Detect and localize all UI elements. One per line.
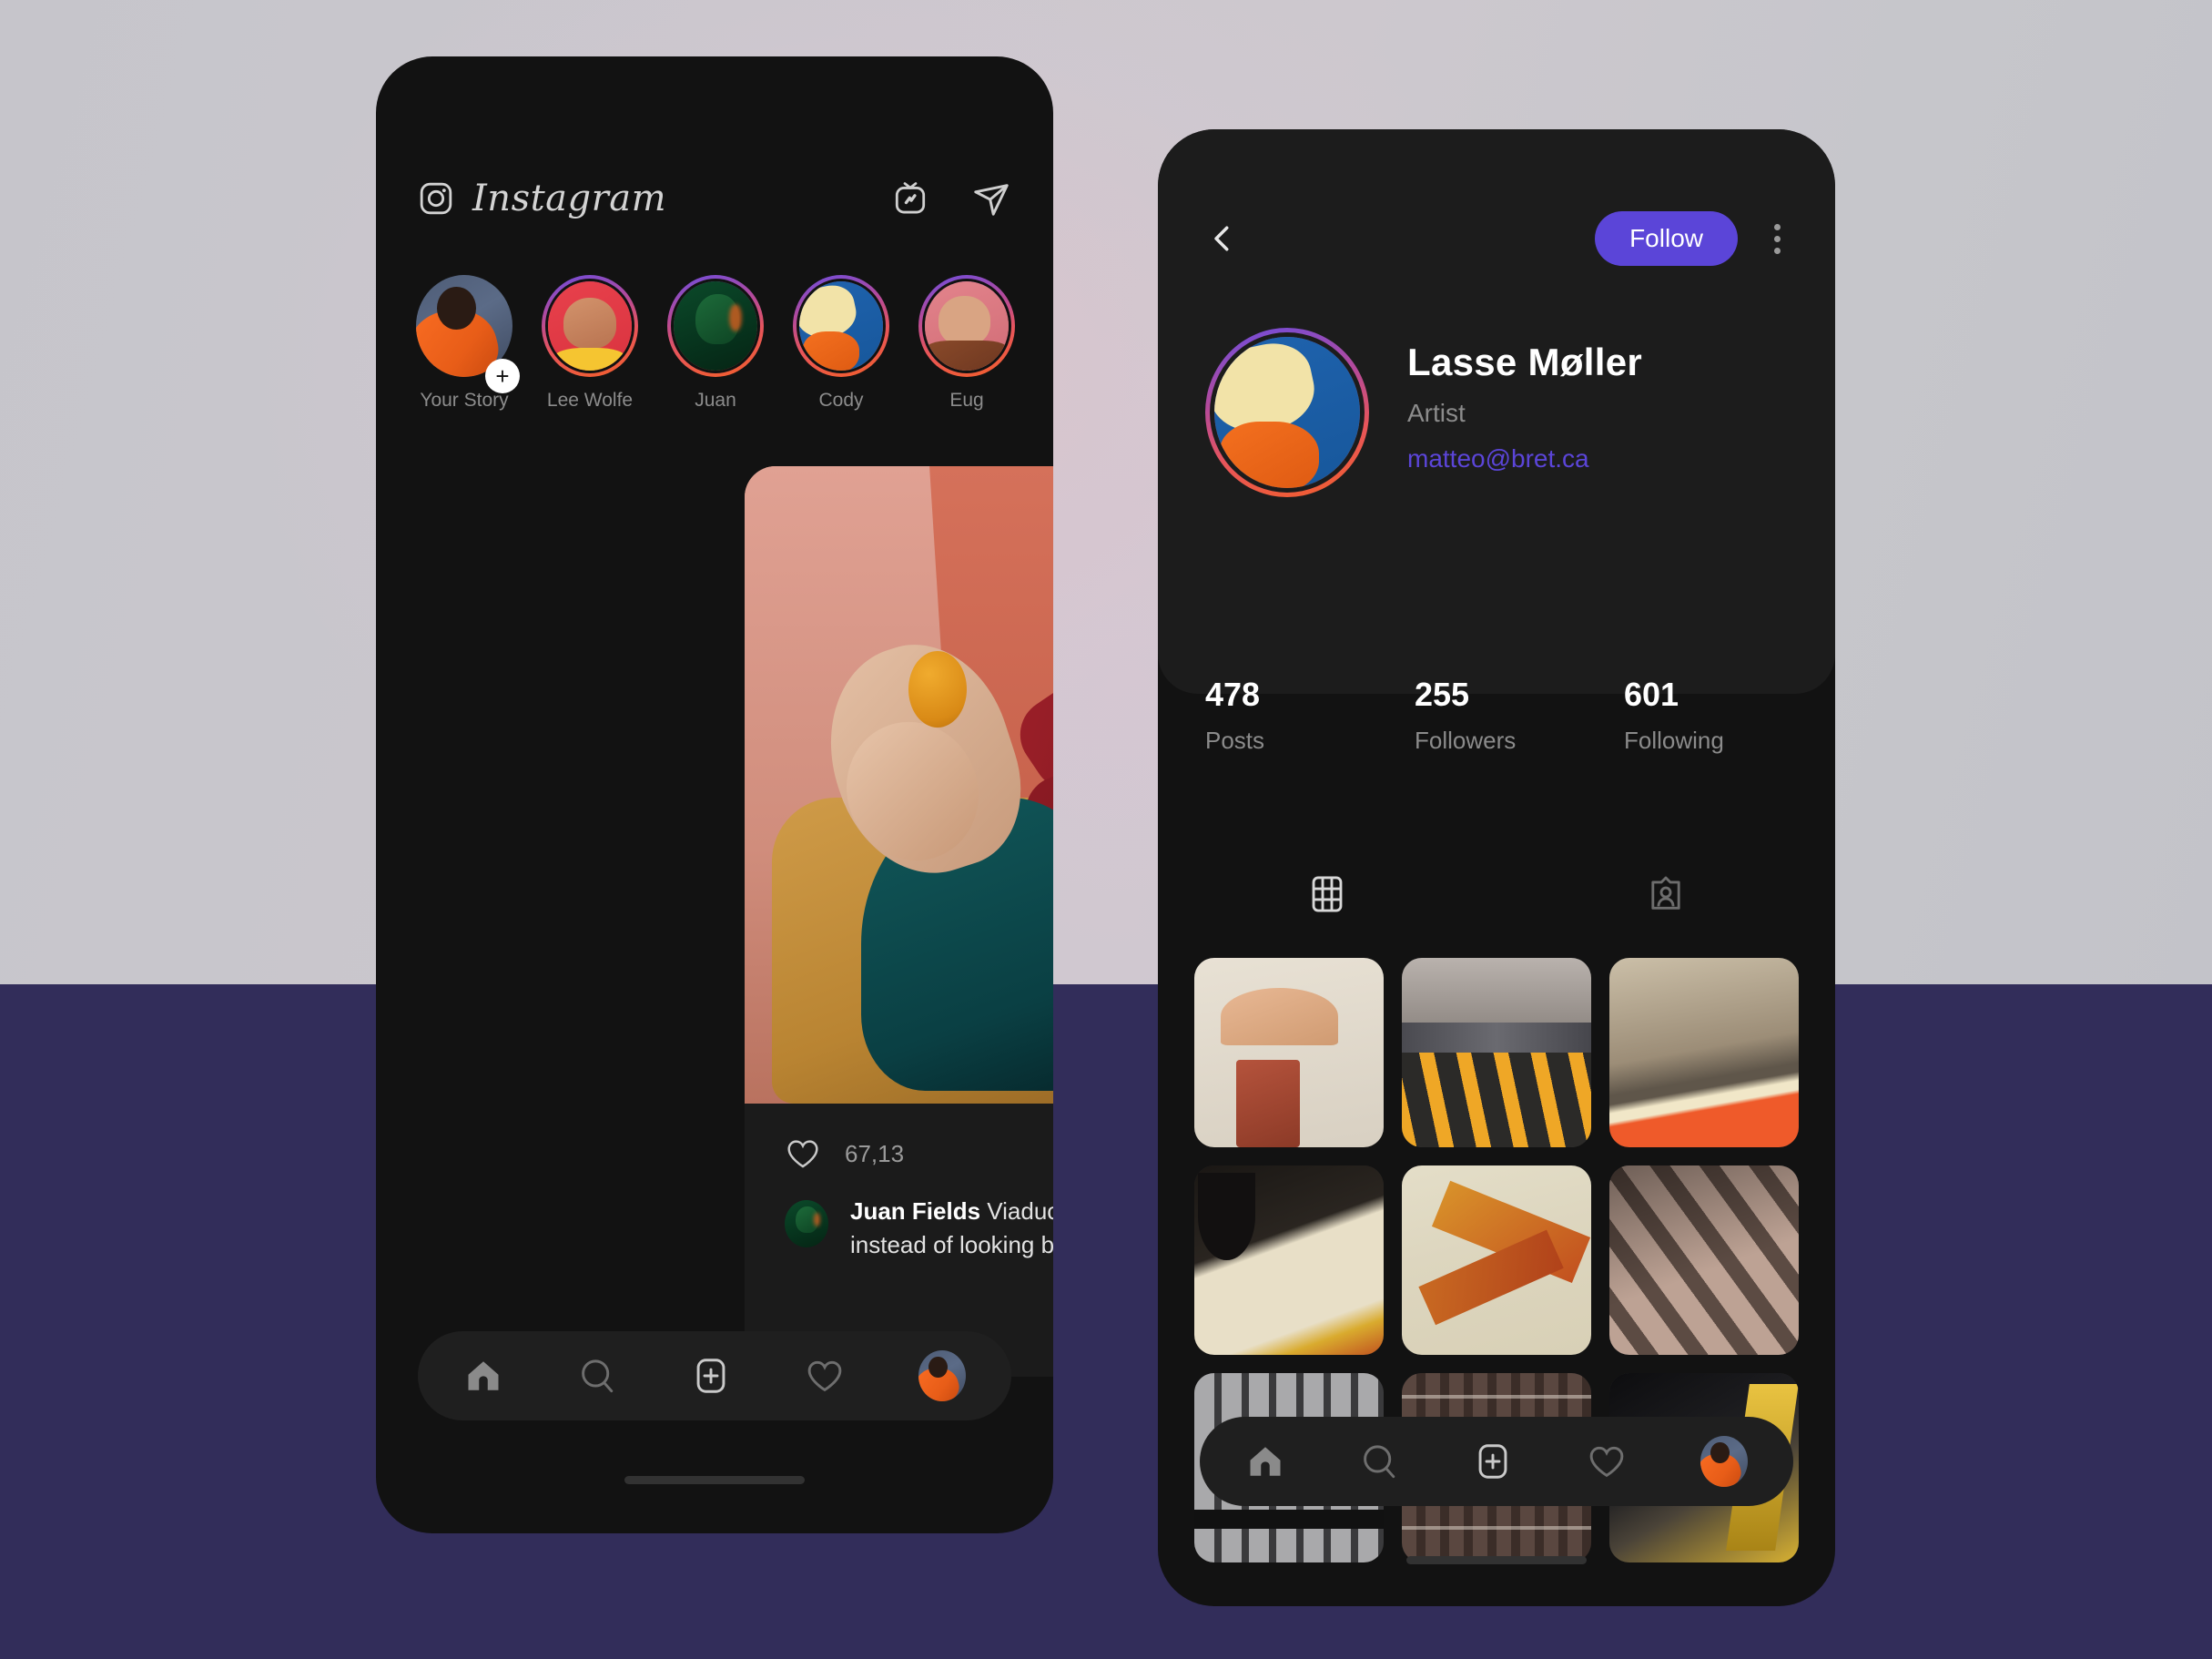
profile-topbar: Follow	[1158, 204, 1835, 273]
profile-name: Lasse Møller	[1407, 341, 1643, 383]
post-action-bar: 67,13	[745, 1104, 1053, 1204]
kebab-menu-icon[interactable]	[1767, 219, 1788, 260]
chevron-left-icon[interactable]	[1205, 221, 1240, 256]
avatar	[674, 281, 757, 371]
profile-card: Follow Lasse Møller Artist matteo@bret.c…	[1158, 129, 1835, 754]
stat-label: Posts	[1205, 727, 1265, 754]
home-indicator	[1406, 1556, 1587, 1564]
nav-profile[interactable]	[1700, 1436, 1748, 1487]
feed-post-card: 67,13 Juan Fields Viaduc instead of look…	[745, 466, 1053, 1377]
heart-icon[interactable]	[785, 1135, 821, 1172]
tab-tagged[interactable]	[1497, 858, 1835, 931]
story-item-lee-wolfe[interactable]: Lee Wolfe	[542, 275, 638, 421]
igtv-icon[interactable]	[891, 179, 929, 218]
add-story-badge[interactable]: +	[485, 359, 520, 393]
avatar	[799, 281, 883, 371]
story-ring	[918, 275, 1015, 377]
nav-activity[interactable]	[805, 1356, 845, 1396]
grid-photo[interactable]	[1402, 1165, 1591, 1355]
stat-label: Following	[1624, 727, 1724, 754]
avatar	[548, 281, 632, 371]
story-item-juan[interactable]: Juan	[667, 275, 764, 421]
phone-profile-screen: Follow Lasse Møller Artist matteo@bret.c…	[1158, 129, 1835, 1606]
caption-author[interactable]: Juan Fields	[850, 1197, 980, 1225]
caption-text: Juan Fields Viaduct, Canada Moving forwa…	[850, 1195, 1053, 1262]
story-item-eugenie[interactable]: Eug	[918, 275, 1015, 421]
story-item-cody[interactable]: Cody	[793, 275, 889, 421]
profile-identity: Lasse Møller Artist matteo@bret.ca	[1205, 328, 1642, 497]
instagram-camera-icon	[418, 180, 454, 217]
story-ring	[793, 275, 889, 377]
stat-followers[interactable]: 255 Followers	[1415, 676, 1624, 755]
follow-button[interactable]: Follow	[1595, 211, 1738, 266]
bottom-nav[interactable]	[418, 1331, 1011, 1420]
grid-photo[interactable]	[1609, 958, 1799, 1147]
grid-photo[interactable]	[1609, 1165, 1799, 1355]
profile-identity-text: Lasse Møller Artist matteo@bret.ca	[1407, 328, 1642, 473]
nav-search[interactable]	[577, 1356, 617, 1396]
grid-photo[interactable]	[1194, 1165, 1384, 1355]
nav-home[interactable]	[463, 1356, 503, 1396]
story-label: Lee Wolfe	[546, 390, 634, 411]
phone-feed-screen: Instagram + Your Story Lee Wolfe Juan Co…	[376, 56, 1053, 1533]
stat-value: 601	[1624, 676, 1679, 713]
background-top-panel	[0, 0, 2212, 984]
nav-create[interactable]	[691, 1356, 731, 1396]
post-photo[interactable]	[745, 466, 1053, 1104]
instagram-wordmark: Instagram	[472, 178, 667, 219]
profile-tabs[interactable]	[1158, 858, 1835, 931]
story-label: Juan	[695, 390, 736, 411]
nav-profile[interactable]	[918, 1350, 966, 1401]
stat-label: Followers	[1415, 727, 1517, 754]
stories-tray[interactable]: + Your Story Lee Wolfe Juan Cody Eug	[376, 275, 1053, 421]
nav-home[interactable]	[1245, 1441, 1285, 1481]
nav-activity[interactable]	[1587, 1441, 1627, 1481]
post-caption: Juan Fields Viaduct, Canada Moving forwa…	[745, 1195, 1053, 1262]
profile-email-link[interactable]: matteo@bret.ca	[1407, 444, 1642, 473]
avatar[interactable]	[785, 1200, 828, 1247]
bottom-nav[interactable]	[1200, 1417, 1793, 1506]
stat-value: 478	[1205, 676, 1261, 713]
story-label: Eug	[949, 390, 984, 411]
send-paper-plane-icon[interactable]	[971, 178, 1011, 219]
nav-create[interactable]	[1473, 1441, 1513, 1481]
profile-avatar[interactable]	[1205, 328, 1369, 497]
background-bottom-panel	[0, 984, 2212, 1659]
profile-role: Artist	[1407, 399, 1466, 427]
story-item-your-story[interactable]: + Your Story	[416, 275, 520, 421]
feed-header-actions	[891, 178, 1011, 219]
story-label: Cody	[818, 390, 864, 411]
stat-posts[interactable]: 478 Posts	[1205, 676, 1415, 755]
nav-search[interactable]	[1359, 1441, 1399, 1481]
stat-following[interactable]: 601 Following	[1624, 676, 1833, 755]
story-ring	[542, 275, 638, 377]
grid-photo[interactable]	[1402, 958, 1591, 1147]
avatar	[925, 281, 1009, 371]
profile-stats: 478 Posts 255 Followers 601 Following	[1205, 676, 1833, 755]
feed-header: Instagram	[376, 157, 1053, 240]
home-indicator	[624, 1476, 805, 1484]
story-ring	[667, 275, 764, 377]
likes-count: 67,13	[845, 1139, 905, 1167]
tab-grid[interactable]	[1158, 858, 1497, 931]
stat-value: 255	[1415, 676, 1470, 713]
grid-photo[interactable]	[1194, 958, 1384, 1147]
